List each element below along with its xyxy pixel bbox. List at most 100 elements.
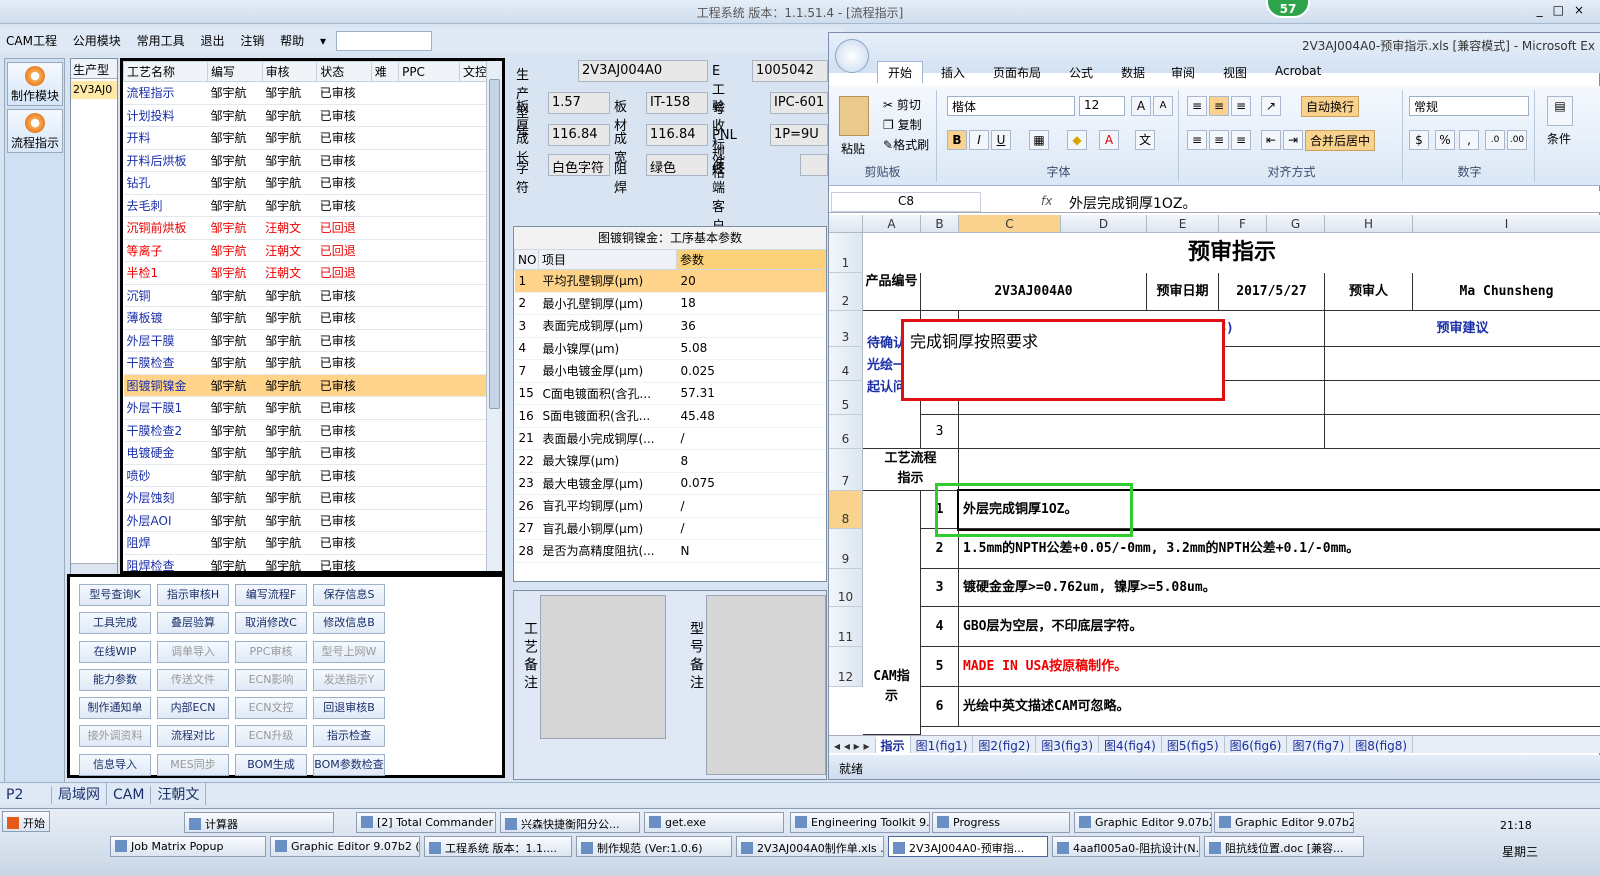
length-field[interactable]: 116.84 bbox=[548, 124, 610, 146]
currency-icon[interactable]: $ bbox=[1409, 130, 1429, 150]
taskbar-item[interactable]: 制作规范 (Ver:1.0.6) bbox=[576, 836, 732, 857]
process-row[interactable]: 去毛刺 邹宇航 邹宇航 已审核 bbox=[123, 194, 502, 217]
process-row[interactable]: 干膜检查2 邹宇航 邹宇航 已审核 bbox=[123, 419, 502, 442]
bold-button[interactable]: B bbox=[947, 130, 967, 150]
process-row[interactable]: 外层干膜 邹宇航 邹宇航 已审核 bbox=[123, 329, 502, 352]
prod-model-field[interactable]: 2V3AJ004A0 bbox=[578, 60, 708, 82]
name-box[interactable]: C8 bbox=[831, 192, 981, 212]
module-flow-button[interactable]: ● 流程指示 bbox=[7, 109, 63, 153]
action-button[interactable]: 型号查询K bbox=[79, 584, 151, 606]
action-button[interactable]: 工具完成 bbox=[79, 612, 151, 635]
sheet-nav-arrows[interactable]: ◂ ◂ ▸ ▸ bbox=[829, 738, 876, 753]
border-icon[interactable]: ▦ bbox=[1029, 130, 1049, 150]
action-button[interactable]: ECN影响 bbox=[235, 668, 307, 691]
param-row[interactable]: 4 最小镍厚(μm) 5.08 bbox=[514, 337, 826, 360]
process-row[interactable]: 阻焊 邹宇航 邹宇航 已审核 bbox=[123, 531, 502, 555]
row-header[interactable]: 6 bbox=[829, 415, 863, 449]
process-col-header[interactable]: 编写 bbox=[207, 61, 263, 82]
col-header[interactable]: G bbox=[1267, 215, 1325, 233]
tab-insert[interactable]: 插入 bbox=[941, 64, 965, 81]
action-button[interactable]: 保存信息S bbox=[313, 584, 385, 606]
row-header[interactable]: 7 bbox=[829, 449, 863, 491]
row-header[interactable]: 12 bbox=[829, 647, 863, 687]
menu-help[interactable]: 帮助 bbox=[274, 28, 310, 53]
suggest-cell[interactable] bbox=[1325, 347, 1600, 381]
sheet-tab[interactable]: 图8(fig8) bbox=[1350, 736, 1414, 753]
action-button[interactable]: 修改信息B bbox=[313, 612, 385, 635]
col-header[interactable]: F bbox=[1219, 215, 1267, 233]
char-field[interactable]: 白色字符 bbox=[548, 154, 610, 176]
sheet-tab[interactable]: 图5(fig5) bbox=[1162, 736, 1225, 753]
paste-button[interactable]: 粘贴 bbox=[841, 140, 865, 157]
param-row[interactable]: 7 最小电镀金厚(μm) 0.025 bbox=[514, 359, 826, 383]
action-button[interactable]: 信息导入 bbox=[79, 753, 151, 776]
action-button[interactable]: BOM生成 bbox=[235, 753, 307, 776]
percent-icon[interactable]: % bbox=[1435, 130, 1455, 150]
param-row[interactable]: 23 最大电镀金厚(μm) 0.075 bbox=[514, 472, 826, 495]
action-button[interactable]: 回退审核B bbox=[313, 697, 385, 720]
cam-line-text[interactable]: 镀硬金金厚>=0.762um, 镍厚>=5.08um。 bbox=[959, 569, 1600, 607]
action-button[interactable]: 取消修改C bbox=[235, 612, 307, 635]
pnl-field[interactable]: 1P=9U bbox=[770, 124, 828, 146]
action-button[interactable]: 调单导入 bbox=[157, 640, 229, 663]
product-list-item[interactable]: 2V3AJ0 bbox=[71, 81, 117, 99]
taskbar-item[interactable]: 计算器 bbox=[184, 812, 334, 833]
office-button[interactable] bbox=[835, 39, 869, 73]
tab-view[interactable]: 视图 bbox=[1223, 64, 1247, 81]
taskbar-item[interactable]: Graphic Editor 9.07b2 (0... bbox=[270, 836, 420, 857]
phonetic-icon[interactable]: 文 bbox=[1135, 130, 1155, 150]
window-controls[interactable]: _□× bbox=[1537, 3, 1594, 17]
cam-line-text[interactable]: MADE IN USA按原稿制作。 bbox=[959, 647, 1600, 687]
process-row[interactable]: 开料后烘板 邹宇航 邹宇航 已审核 bbox=[123, 149, 502, 172]
process-row[interactable]: 半检1 邹宇航 汪朝文 已回退 bbox=[123, 261, 502, 285]
process-row[interactable]: 外层干膜1 邹宇航 邹宇航 已审核 bbox=[123, 396, 502, 420]
align-bottom-icon[interactable]: ≡ bbox=[1231, 96, 1251, 116]
row-header[interactable]: 10 bbox=[829, 569, 863, 607]
underline-button[interactable]: U bbox=[991, 130, 1011, 150]
process-row[interactable]: 干膜检查 邹宇航 邹宇航 已审核 bbox=[123, 351, 502, 375]
col-header[interactable]: H bbox=[1325, 215, 1413, 233]
decrease-indent-icon[interactable]: ⇤ bbox=[1261, 130, 1281, 150]
row-header[interactable]: 4 bbox=[829, 347, 863, 381]
col-header[interactable]: C bbox=[959, 215, 1061, 233]
process-col-header[interactable]: 审核 bbox=[261, 61, 318, 82]
taskbar-item[interactable]: 兴森快捷衡阳分公... bbox=[500, 812, 640, 833]
menu-more[interactable]: ▾ bbox=[314, 30, 332, 52]
e-no-field[interactable]: 1005042 bbox=[752, 60, 828, 82]
process-row[interactable]: 外层AOI 邹宇航 邹宇航 已审核 bbox=[123, 509, 502, 532]
col-header[interactable]: B bbox=[921, 215, 959, 233]
col-header[interactable]: A bbox=[863, 215, 921, 233]
cam-line-text[interactable]: 光绘中英文描述CAM可忽略。 bbox=[959, 687, 1600, 727]
module-make-button[interactable]: ● 制作模块 bbox=[7, 62, 63, 106]
seq-cell[interactable]: 3 bbox=[921, 415, 959, 449]
row-header[interactable]: 2 bbox=[829, 273, 863, 311]
align-middle-icon[interactable]: ≡ bbox=[1209, 96, 1229, 116]
process-row[interactable]: 流程指示 邹宇航 邹宇航 已审核 bbox=[123, 81, 502, 105]
process-row[interactable]: 阻焊检查 邹宇航 邹宇航 已审核 bbox=[123, 554, 502, 571]
action-button[interactable]: 叠层验算 bbox=[157, 612, 229, 635]
issue-cell[interactable] bbox=[959, 415, 1325, 449]
action-button[interactable]: 能力参数 bbox=[79, 668, 151, 691]
font-size-select[interactable]: 12 bbox=[1079, 96, 1125, 116]
taskbar-item[interactable]: Graphic Editor 9.07b2... bbox=[1074, 812, 1212, 833]
sheet-tab[interactable]: 图6(fig6) bbox=[1225, 736, 1288, 753]
menu-combo[interactable] bbox=[335, 30, 432, 51]
param-row[interactable]: 27 盲孔最小铜厚(μm) / bbox=[514, 517, 826, 540]
sheet-tab[interactable]: 图4(fig4) bbox=[1099, 736, 1162, 753]
minimize-button[interactable]: _ bbox=[1537, 3, 1553, 17]
col-header[interactable]: I bbox=[1413, 215, 1600, 233]
action-button[interactable]: BOM参数检查 bbox=[313, 753, 385, 776]
action-button[interactable]: PPC审核 bbox=[235, 640, 307, 663]
merge-center-button[interactable]: 合并后居中 bbox=[1305, 130, 1376, 151]
align-center-icon[interactable]: ≡ bbox=[1209, 130, 1229, 150]
conditional-format-button[interactable]: 条件 bbox=[1547, 130, 1571, 147]
taskbar-item[interactable]: Engineering Toolkit 9.... bbox=[790, 812, 930, 833]
param-row[interactable]: 15 C面电镀面积(含孔... 57.31 bbox=[514, 382, 826, 405]
sheet-tab[interactable]: 图3(fig3) bbox=[1036, 736, 1099, 753]
process-row[interactable]: 开料 邹宇航 邹宇航 已审核 bbox=[123, 126, 502, 150]
menu-logout[interactable]: 注销 bbox=[234, 28, 270, 53]
action-button[interactable]: ECN文控 bbox=[235, 697, 307, 720]
menu-cam[interactable]: CAM工程 bbox=[0, 28, 63, 53]
param-row[interactable]: 28 是否为高精度阻抗(... N bbox=[514, 539, 826, 563]
action-button[interactable]: 制作通知单 bbox=[79, 697, 151, 720]
